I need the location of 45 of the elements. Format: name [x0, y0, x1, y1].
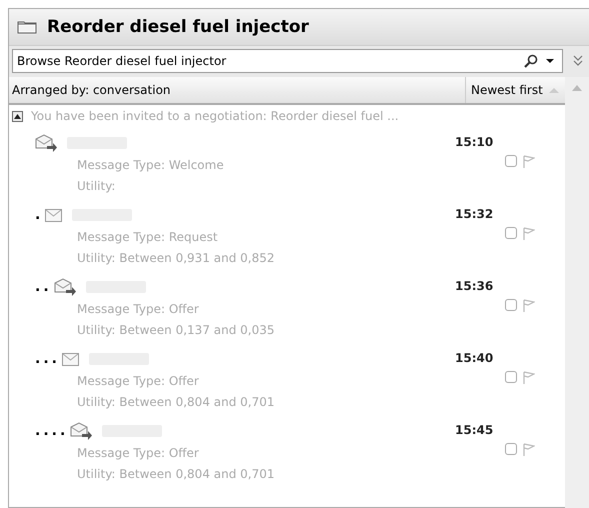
message-time: 15:32: [455, 206, 494, 223]
utility-range: Utility: Between 0,804 and 0,701: [76, 466, 276, 483]
message-type: Message Type: Offer: [76, 373, 200, 390]
flag-icon[interactable]: [523, 371, 535, 385]
flag-icon[interactable]: [523, 443, 535, 457]
utility-range: Utility: Between 0,137 and 0,035: [76, 322, 276, 339]
arrangement-label: Arranged by: conversation: [11, 82, 172, 99]
flag-icon[interactable]: [523, 227, 535, 241]
message-type: Message Type: Request: [76, 229, 219, 246]
dropdown-caret-icon[interactable]: [544, 57, 556, 65]
flag-icon[interactable]: [523, 155, 535, 169]
scroll-up-icon[interactable]: [572, 85, 582, 91]
message-type: Message Type: Welcome: [76, 157, 225, 174]
message-time: 15:36: [455, 278, 494, 295]
envelope-icon: [45, 208, 62, 222]
search-icon: [524, 54, 538, 68]
message-checkbox[interactable]: [505, 443, 517, 455]
thread-depth-dots: ....: [35, 423, 68, 439]
utility-range: Utility:: [76, 178, 116, 195]
utility-range: Utility: Between 0,931 and 0,852: [76, 250, 276, 267]
envelope-arrow-icon: [35, 134, 57, 152]
envelope-arrow-icon: [54, 278, 76, 296]
search-box[interactable]: Browse Reorder diesel fuel injector: [12, 49, 563, 73]
thread-depth-dots: ..: [35, 279, 52, 295]
message-time: 15:40: [455, 350, 494, 367]
thread-depth-dots: ...: [35, 351, 60, 367]
collapse-icon: [14, 114, 21, 118]
envelope-icon: [62, 352, 79, 366]
message-checkbox[interactable]: [505, 155, 517, 167]
message-time: 15:45: [455, 422, 494, 439]
message-type: Message Type: Offer: [76, 445, 200, 462]
folder-title: Reorder diesel fuel injector: [47, 17, 309, 37]
collapse-toggle[interactable]: [12, 110, 23, 122]
folder-icon: [17, 20, 37, 34]
envelope-arrow-icon: [70, 422, 92, 440]
sort-arrow-icon: [549, 87, 559, 93]
thread-depth-dots: .: [35, 207, 44, 223]
message-time: 15:10: [455, 134, 494, 151]
flag-icon[interactable]: [523, 299, 535, 313]
message-checkbox[interactable]: [505, 227, 517, 239]
message-type: Message Type: Offer: [76, 301, 200, 318]
utility-range: Utility: Between 0,804 and 0,701: [76, 394, 276, 411]
message-checkbox[interactable]: [505, 299, 517, 311]
expand-icon[interactable]: [573, 55, 583, 67]
message-checkbox[interactable]: [505, 371, 517, 383]
